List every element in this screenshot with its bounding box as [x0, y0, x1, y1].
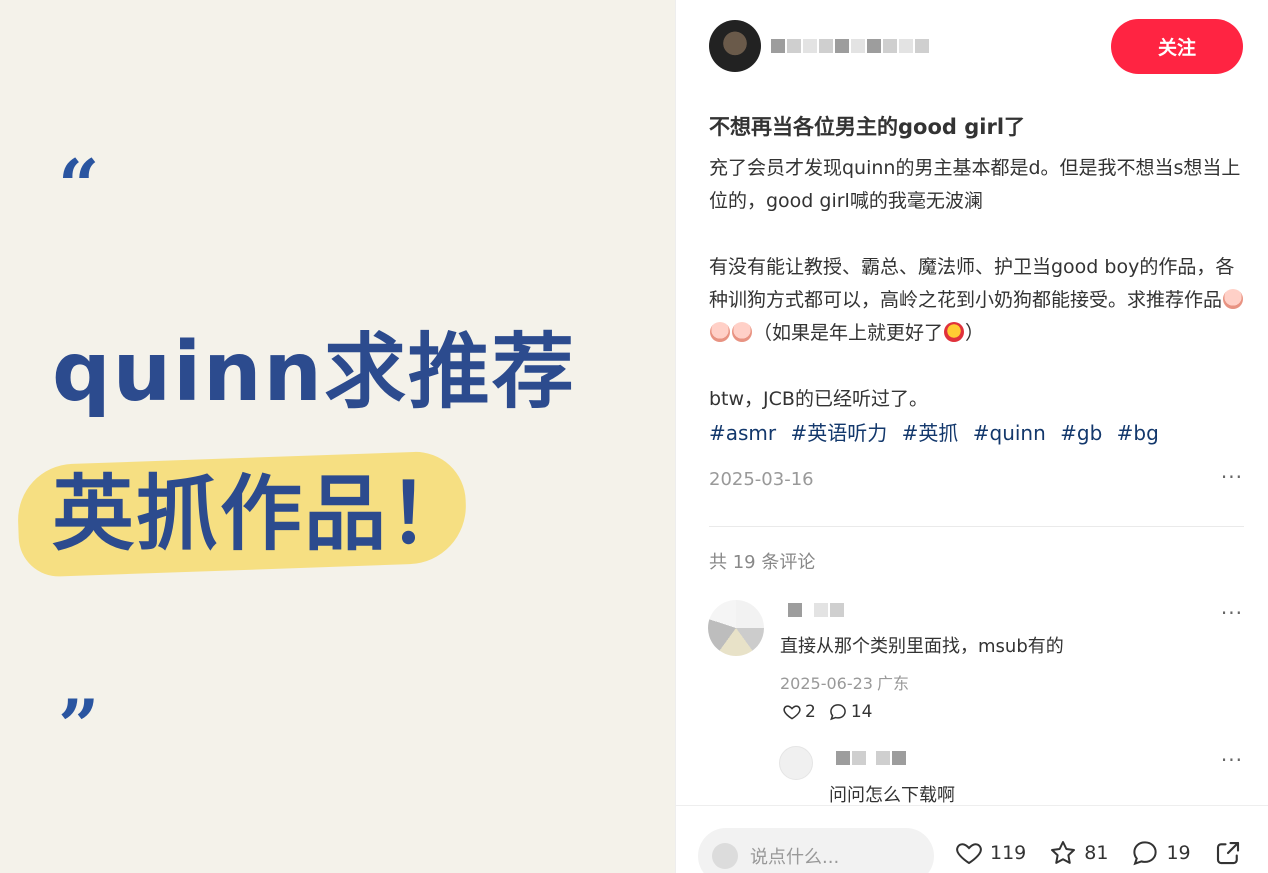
comment-count-bottom: 19 — [1166, 842, 1191, 864]
cover-title-line2: 英抓作品！ — [52, 467, 473, 562]
comment-meta: 2025-06-23 广东 — [780, 670, 909, 694]
heart-icon — [956, 843, 982, 865]
author-name-pixelated[interactable] — [771, 39, 929, 53]
follow-button[interactable]: 关注 — [1111, 19, 1243, 74]
comment-reply-button[interactable]: 14 — [828, 702, 873, 722]
comment-text: 直接从那个类别里面找，msub有的 — [780, 636, 1064, 657]
note-detail-panel: 关注 不想再当各位男主的good girl了 充了会员才发现quinn的男主基本… — [675, 0, 1268, 873]
replier-name-pixelated[interactable] — [836, 751, 906, 765]
tag-link[interactable]: #gb — [1060, 421, 1102, 445]
like-count: 119 — [990, 842, 1027, 864]
reply-more-icon[interactable]: ··· — [1221, 748, 1243, 772]
comment-input-placeholder: 说点什么... — [750, 847, 840, 868]
star-icon — [1051, 841, 1076, 864]
tag-link[interactable]: #quinn — [973, 421, 1046, 445]
note-content: 充了会员才发现quinn的男主基本都是d。但是我不想当s想当上位的，good g… — [709, 152, 1249, 416]
comment-like-count: 2 — [805, 702, 816, 722]
tag-link[interactable]: #英抓 — [902, 421, 959, 445]
comment-button[interactable]: 19 — [1130, 838, 1191, 868]
comment-like-button[interactable]: 2 — [782, 702, 816, 722]
chat-bubble-icon — [829, 704, 846, 721]
note-paragraph: 充了会员才发现quinn的男主基本都是d。但是我不想当s想当上位的，good g… — [709, 157, 1241, 212]
tag-link[interactable]: #asmr — [709, 421, 776, 445]
note-paragraph: btw，JCB的已经听过了。 — [709, 388, 928, 410]
replier-avatar[interactable] — [779, 746, 813, 780]
note-text: （如果是年上就更好了 — [753, 322, 944, 344]
commenter-name-pixelated[interactable] — [788, 603, 844, 617]
bottom-engagement-bar: 说点什么... 119 81 19 — [676, 805, 1268, 873]
like-button[interactable]: 119 — [954, 838, 1026, 868]
peach-face-emoji-icon — [732, 322, 752, 342]
note-date: 2025-03-16 — [709, 469, 814, 490]
cover-title-line1: quinn求推荐 — [52, 325, 576, 420]
user-avatar — [712, 843, 738, 869]
more-options-icon[interactable]: ··· — [1221, 465, 1243, 489]
comment-date: 2025-06-23 — [780, 674, 873, 693]
peach-face-emoji-icon — [710, 322, 730, 342]
note-tags: #asmr #英语听力 #英抓 #quinn #gb #bg — [709, 417, 1167, 446]
comment-actions: 2 14 — [782, 702, 872, 722]
note-text: 有没有能让教授、霸总、魔法师、护卫当good boy的作品，各种训狗方式都可以，… — [709, 256, 1235, 311]
note-page: “ quinn求推荐 英抓作品！ ” 关注 不想再当各位男主的good girl… — [0, 0, 1268, 873]
comment-more-icon[interactable]: ··· — [1221, 601, 1243, 625]
note-text: ） — [965, 322, 985, 344]
collect-button[interactable]: 81 — [1048, 838, 1108, 868]
share-icon — [1216, 841, 1239, 865]
comment-location: 广东 — [876, 674, 909, 693]
cover-image[interactable]: “ quinn求推荐 英抓作品！ ” — [0, 0, 675, 873]
collect-count: 81 — [1084, 842, 1109, 864]
peach-face-emoji-icon — [1223, 289, 1244, 309]
heart-icon — [783, 705, 801, 720]
author-avatar[interactable] — [709, 20, 761, 72]
comment-input[interactable]: 说点什么... — [698, 828, 934, 873]
close-quote-mark: ” — [58, 683, 100, 768]
commenter-avatar[interactable] — [708, 600, 764, 656]
comment-reply-count: 14 — [850, 702, 873, 722]
reply-text: 问问怎么下载啊 — [829, 785, 955, 806]
engagement-stats: 119 81 19 — [954, 838, 1243, 868]
open-quote-mark: “ — [58, 143, 100, 228]
author-info[interactable] — [709, 20, 929, 72]
hot-face-emoji-icon — [944, 322, 965, 342]
tag-link[interactable]: #bg — [1117, 421, 1159, 445]
chat-bubble-icon — [1133, 841, 1158, 866]
note-title: 不想再当各位男主的good girl了 — [709, 115, 1026, 139]
tag-link[interactable]: #英语听力 — [791, 421, 888, 445]
divider — [709, 526, 1244, 527]
comment-count: 共 19 条评论 — [709, 552, 816, 573]
share-button[interactable] — [1213, 838, 1243, 868]
note-paragraph: 有没有能让教授、霸总、魔法师、护卫当good boy的作品，各种训狗方式都可以，… — [709, 251, 1249, 350]
